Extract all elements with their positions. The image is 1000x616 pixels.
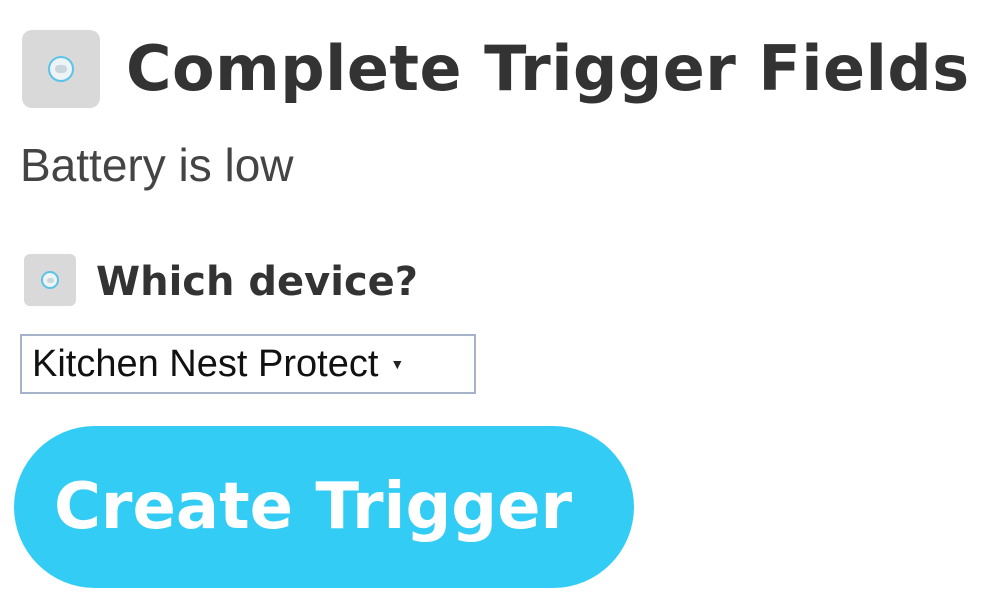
nest-center xyxy=(55,65,67,73)
device-select-value: Kitchen Nest Protect xyxy=(32,342,379,385)
device-field-label: Which device? xyxy=(96,259,419,305)
device-select[interactable]: Kitchen Nest Protect ▼ xyxy=(20,334,476,394)
nest-ring xyxy=(48,56,74,82)
trigger-description: Battery is low xyxy=(20,139,294,191)
nest-center-small xyxy=(46,277,54,283)
nest-protect-icon xyxy=(22,30,100,108)
nest-ring-small xyxy=(41,271,59,289)
create-trigger-button[interactable]: Create Trigger xyxy=(14,426,634,588)
page-title: Complete Trigger Fields xyxy=(126,32,970,105)
device-field-icon xyxy=(24,254,76,306)
dropdown-arrow-icon: ▼ xyxy=(390,356,405,372)
